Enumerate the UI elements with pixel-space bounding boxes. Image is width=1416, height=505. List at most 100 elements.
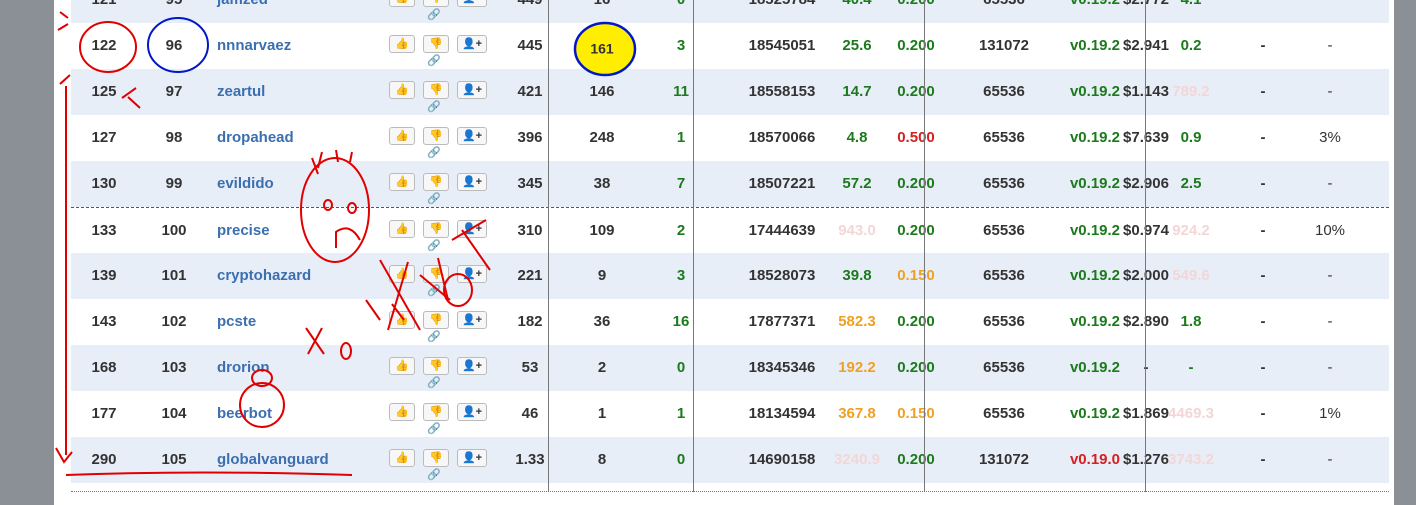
approve-button[interactable]: 👍 [389,127,415,145]
witness-name-link[interactable]: jamzed [217,0,387,23]
missed-blocks-cell: 3 [676,37,686,54]
link-icon[interactable]: 🔗 [427,285,441,297]
disapprove-button[interactable]: 👎 [423,0,449,7]
link-icon[interactable]: 🔗 [427,147,441,159]
bias-cell [1243,0,1283,23]
approve-button[interactable]: 👍 [389,0,415,7]
follow-button[interactable]: 👤+ [457,173,487,191]
broken-link-icon[interactable]: 🔗 [427,423,441,435]
approve-button[interactable]: 👍 [389,403,415,421]
follow-button[interactable]: 👤+ [457,311,487,329]
link-icon[interactable]: 🔗 [427,469,441,481]
fee-cell: 0.500 [897,129,935,146]
approve-button[interactable]: 👍 [389,81,415,99]
bias-cell: - [1260,451,1266,468]
percent-cell: - [1327,267,1333,284]
link-icon[interactable]: 🔗 [427,55,441,67]
voters-cell: 36 [593,313,611,330]
rank-cell: 168 [91,359,117,376]
disapprove-button[interactable]: 👎 [423,173,449,191]
table-bottom-border [71,491,1389,492]
table-row: 127 98 dropahead 396 248 1 18570066 4.8 0.500 655… [71,115,1389,161]
follow-button[interactable]: 👤+ [457,265,487,283]
feed-age-cell: 789.2 [1172,83,1210,100]
disapprove-button[interactable]: 👎 [423,449,449,467]
percent-cell: - [1327,37,1333,54]
link-icon[interactable]: 🔗 [427,377,441,389]
link-icon[interactable]: 🔗 [427,331,441,343]
approve-button[interactable]: 👍 [389,220,415,238]
votes-cell: 449 [495,0,565,23]
approve-button[interactable]: 👍 [389,311,415,329]
thumbs-down-icon: 👎 [429,452,443,464]
disapprove-button[interactable]: 👎 [423,35,449,53]
link-icon[interactable]: 🔗 [427,193,441,205]
approve-button[interactable]: 👍 [389,35,415,53]
witness-name-link[interactable]: pcste [217,299,387,345]
voters-cell: 9 [597,267,607,284]
table-row: 122 96 nnnarvaez 445 161 3 18545051 25.6 0.200 13… [71,23,1389,69]
follow-button[interactable]: 👤+ [457,35,487,53]
witness-name-link[interactable]: evildido [217,161,387,207]
witness-name-link[interactable]: globalvanguard [217,437,387,483]
votes-cell: 53 [521,359,539,376]
disapprove-button[interactable]: 👎 [423,220,449,238]
votes-cell: 46 [521,405,539,422]
approve-button[interactable]: 👍 [389,173,415,191]
percent-cell: - [1327,175,1333,192]
witness-table-body: 12195jamzed4491601852578440.40.20065536v… [71,0,1389,483]
approve-button[interactable]: 👍 [389,357,415,375]
link-icon[interactable]: 🔗 [427,240,441,252]
missed-blocks-cell: 0 [676,359,686,376]
disapprove-button[interactable]: 👎 [423,81,449,99]
votes-cell: 1.33 [515,451,545,468]
follow-button[interactable]: 👤+ [457,220,487,238]
missed-blocks-cell: 0 [646,0,716,23]
witness-name-link[interactable]: dropahead [217,115,387,161]
approve-button[interactable]: 👍 [389,265,415,283]
witness-name-link[interactable]: cryptohazard [217,253,387,299]
position-cell: 103 [161,359,187,376]
approve-button[interactable]: 👍 [389,449,415,467]
fee-cell: 0.150 [897,267,935,284]
witness-name-link[interactable]: beerbot [217,391,387,437]
follow-button[interactable]: 👤+ [457,403,487,421]
votes-cell: 345 [517,175,543,192]
thumbs-up-icon: 👍 [395,176,409,188]
follow-button[interactable]: 👤+ [457,0,487,7]
votes-cell: 421 [517,83,543,100]
link-icon[interactable]: 🔗 [427,101,441,113]
fee-cell: 0.200 [897,37,935,54]
votes-cell: 396 [517,129,543,146]
follow-button[interactable]: 👤+ [457,357,487,375]
witness-name-link[interactable]: nnnarvaez [217,23,387,69]
thumbs-down-icon: 👎 [429,223,443,235]
missed-blocks-cell: 0 [676,451,686,468]
percent-cell: 10% [1314,222,1346,239]
follow-button[interactable]: 👤+ [457,449,487,467]
disapprove-button[interactable]: 👎 [423,265,449,283]
disapprove-button[interactable]: 👎 [423,311,449,329]
disapprove-button[interactable]: 👎 [423,403,449,421]
voters-cell: 16 [565,0,639,23]
witness-name-link[interactable]: zeartul [217,69,387,115]
percent-cell [1295,0,1365,23]
position-cell: 95 [137,0,211,23]
witness-name-link[interactable]: drorion [217,345,387,391]
block-size-cell: 65536 [983,405,1025,422]
thumbs-up-icon: 👍 [395,452,409,464]
follow-button[interactable]: 👤+ [457,127,487,145]
column-divider [693,0,694,492]
feed-age-cell: 549.6 [1172,267,1210,284]
link-icon[interactable]: 🔗 [427,9,441,21]
disapprove-button[interactable]: 👎 [423,357,449,375]
disapprove-button[interactable]: 👎 [423,127,449,145]
missed-blocks-cell: 1 [676,405,686,422]
percent-cell: - [1327,359,1333,376]
missed-blocks-cell: 7 [676,175,686,192]
witness-name-link[interactable]: precise [217,208,387,254]
position-cell: 98 [165,129,183,146]
feed-age-cell: - [1188,359,1194,376]
add-user-icon: 👤+ [461,406,483,418]
follow-button[interactable]: 👤+ [457,81,487,99]
